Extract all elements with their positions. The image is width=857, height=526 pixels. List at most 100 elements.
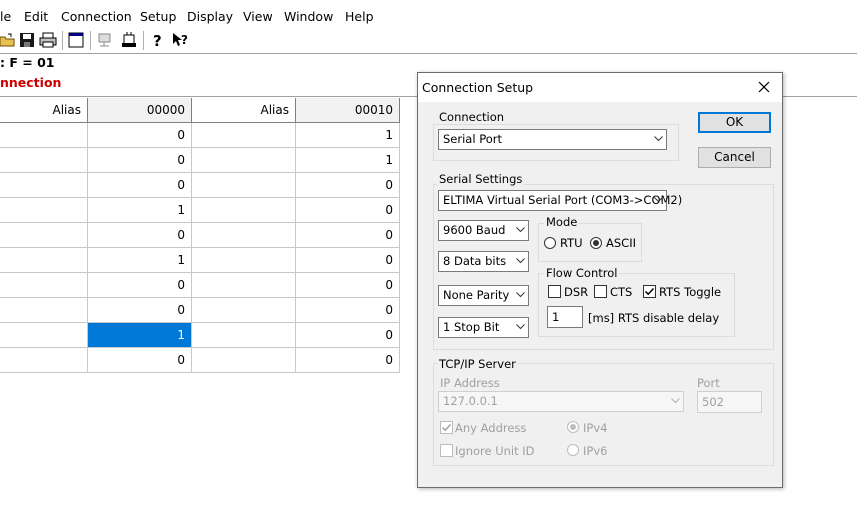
register-value-cell[interactable]: 1 [88, 198, 192, 223]
radio-selected-dot [593, 240, 599, 246]
menu-connection[interactable]: Connection [61, 9, 132, 24]
alias-cell[interactable] [192, 198, 296, 223]
alias-cell[interactable] [192, 173, 296, 198]
ipv6-radio[interactable] [567, 444, 579, 456]
register-value-cell[interactable]: 0 [296, 298, 400, 323]
rtu-radio[interactable] [544, 237, 556, 249]
register-value-cell[interactable]: 0 [88, 223, 192, 248]
alias-cell[interactable] [192, 123, 296, 148]
ipv6-label: IPv6 [583, 444, 608, 458]
alias-cell[interactable] [192, 223, 296, 248]
port-input[interactable]: 502 [697, 391, 762, 413]
alias-cell[interactable] [0, 198, 88, 223]
ipv4-radio[interactable] [567, 421, 579, 433]
alias-cell[interactable] [0, 223, 88, 248]
menu-file[interactable]: le [0, 9, 11, 24]
menu-view[interactable]: View [243, 9, 273, 24]
alias-cell[interactable] [0, 173, 88, 198]
alias-cell[interactable] [0, 298, 88, 323]
register-value-cell[interactable]: 0 [88, 123, 192, 148]
toolbar-separator [62, 31, 64, 50]
alias-cell[interactable] [192, 298, 296, 323]
parity-select[interactable]: None Parity [438, 285, 529, 306]
ignore-unit-id-checkbox[interactable] [440, 444, 453, 457]
port-label: Port [697, 376, 720, 390]
alias-cell[interactable] [192, 348, 296, 373]
rts-toggle-checkbox[interactable] [643, 285, 656, 298]
menu-window[interactable]: Window [284, 9, 333, 24]
register-value-cell[interactable]: 1 [88, 323, 192, 348]
chevron-down-icon [516, 292, 525, 298]
register-value-cell[interactable]: 0 [88, 348, 192, 373]
stop-bits-value: 1 Stop Bit [443, 320, 500, 334]
radio-selected-dot [570, 424, 576, 430]
ascii-radio[interactable] [590, 237, 602, 249]
alias-cell[interactable] [0, 348, 88, 373]
chevron-down-icon [516, 324, 525, 330]
serial-port-select[interactable]: ELTIMA Virtual Serial Port (COM3->COM2) [438, 190, 682, 211]
register-value-cell[interactable]: 1 [88, 248, 192, 273]
ascii-label: ASCII [606, 236, 636, 250]
register-value-cell[interactable]: 0 [88, 273, 192, 298]
register-value-cell[interactable]: 0 [296, 273, 400, 298]
register-value-cell[interactable]: 0 [296, 348, 400, 373]
save-icon[interactable] [18, 31, 36, 49]
menu-edit[interactable]: Edit [24, 9, 48, 24]
connection-type-select[interactable]: Serial Port [438, 129, 667, 150]
baud-rate-select[interactable]: 9600 Baud [438, 220, 529, 241]
register-value-cell[interactable]: 0 [296, 323, 400, 348]
register-value-cell[interactable]: 0 [88, 298, 192, 323]
chevron-down-icon [516, 258, 525, 264]
checkmark-icon [644, 287, 655, 296]
disconnect-icon[interactable] [120, 31, 138, 49]
register-value-cell[interactable]: 0 [296, 248, 400, 273]
svg-text:?: ? [181, 33, 188, 47]
data-bits-select[interactable]: 8 Data bits [438, 251, 529, 272]
alias-cell[interactable] [192, 248, 296, 273]
grid-column-header[interactable]: 00000 [88, 98, 192, 123]
register-value-cell[interactable]: 1 [296, 148, 400, 173]
alias-cell[interactable] [0, 323, 88, 348]
stop-bits-select[interactable]: 1 Stop Bit [438, 317, 529, 338]
context-help-icon[interactable]: ? [171, 31, 189, 49]
alias-cell[interactable] [0, 248, 88, 273]
alias-cell[interactable] [0, 273, 88, 298]
connection-type-value: Serial Port [443, 132, 502, 146]
grid-column-header[interactable]: Alias [0, 98, 88, 123]
help-icon[interactable]: ? [149, 31, 167, 49]
flow-control-label: Flow Control [544, 266, 620, 280]
grid-column-header[interactable]: Alias [192, 98, 296, 123]
dsr-checkbox[interactable] [548, 285, 561, 298]
menu-setup[interactable]: Setup [140, 9, 176, 24]
alias-cell[interactable] [192, 273, 296, 298]
register-value-cell[interactable]: 0 [296, 223, 400, 248]
alias-cell[interactable] [192, 323, 296, 348]
ip-address-select[interactable]: 127.0.0.1 [438, 391, 684, 412]
open-folder-icon[interactable] [0, 31, 16, 49]
menu-display[interactable]: Display [187, 9, 233, 24]
menu-help[interactable]: Help [345, 9, 374, 24]
register-value-cell[interactable]: 0 [88, 173, 192, 198]
ip-address-label: IP Address [440, 376, 500, 390]
alias-cell[interactable] [192, 148, 296, 173]
any-address-checkbox[interactable] [440, 421, 453, 434]
chevron-down-icon [654, 197, 663, 203]
ipv4-label: IPv4 [583, 421, 608, 435]
connect-icon[interactable] [96, 31, 114, 49]
rtu-label: RTU [560, 236, 583, 250]
register-value-cell[interactable]: 0 [88, 148, 192, 173]
cancel-button[interactable]: Cancel [698, 147, 771, 168]
close-icon[interactable] [754, 77, 774, 97]
alias-cell[interactable] [0, 123, 88, 148]
register-value-cell[interactable]: 0 [296, 173, 400, 198]
print-icon[interactable] [39, 31, 57, 49]
rts-delay-input[interactable]: 1 [547, 306, 583, 328]
register-value-cell[interactable]: 1 [296, 123, 400, 148]
window-icon[interactable] [67, 31, 85, 49]
toolbar-divider [0, 53, 857, 54]
cts-checkbox[interactable] [594, 285, 607, 298]
alias-cell[interactable] [0, 148, 88, 173]
grid-column-header[interactable]: 00010 [296, 98, 400, 123]
ok-button[interactable]: OK [698, 112, 771, 133]
register-value-cell[interactable]: 0 [296, 198, 400, 223]
